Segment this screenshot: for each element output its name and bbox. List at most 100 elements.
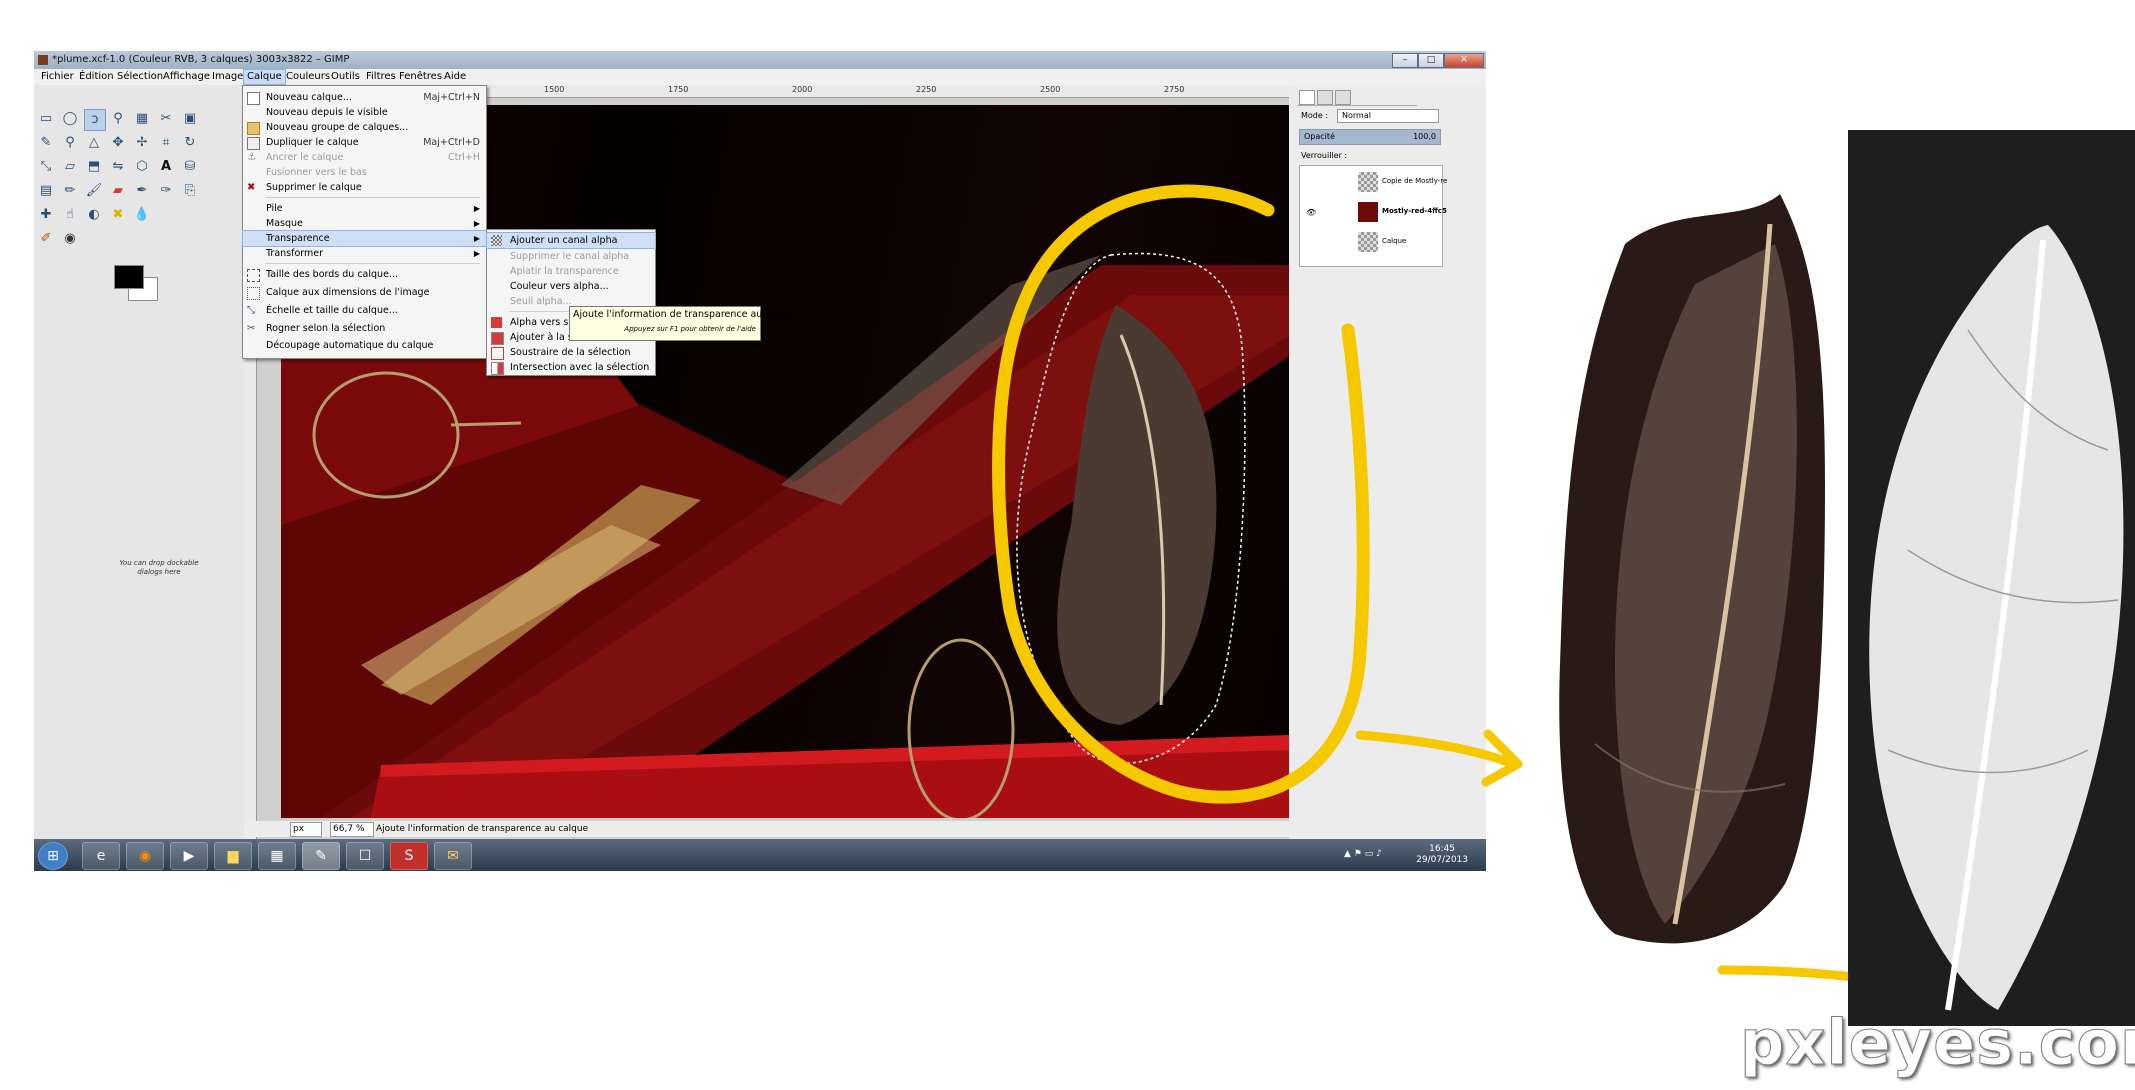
media-player-icon[interactable]: ▶: [170, 842, 208, 870]
zoom-select[interactable]: 66,7 %: [330, 822, 374, 837]
tray-icons[interactable]: ▲ ⚑ ▭ ♪: [1344, 849, 1382, 859]
menu-item-ancrer[interactable]: ⚓ Ancrer le calque Ctrl+H: [243, 150, 486, 165]
menu-item-masque[interactable]: Masque ▶: [243, 216, 486, 231]
scissors-icon[interactable]: ✂: [156, 109, 176, 129]
app-task-icon[interactable]: ☐: [346, 842, 384, 870]
pencil-icon[interactable]: ✏: [60, 181, 80, 201]
measure-icon[interactable]: △: [84, 133, 104, 153]
menu-item-ajouter-canal-alpha[interactable]: Ajouter un canal alpha: [486, 232, 656, 249]
foreground-color-swatch[interactable]: [114, 265, 144, 289]
rect-select-icon[interactable]: ▭: [36, 109, 56, 129]
mode-select[interactable]: Normal: [1337, 109, 1439, 123]
menu-filtres[interactable]: Filtres: [363, 69, 399, 85]
menu-fenetres[interactable]: Fenêtres: [396, 69, 445, 85]
eraser-icon[interactable]: ▰: [108, 181, 128, 201]
rotate-icon[interactable]: ↻: [180, 133, 200, 153]
ellipse-select-icon[interactable]: ◯: [60, 109, 80, 129]
smudge-icon[interactable]: ☝: [60, 205, 80, 225]
layer-row[interactable]: Calque: [1300, 228, 1442, 256]
paths-icon[interactable]: ✎: [36, 133, 56, 153]
clock[interactable]: 16:45 29/07/2013: [1416, 844, 1468, 866]
menu-item-soustraire-selection[interactable]: Soustraire de la sélection: [487, 345, 655, 360]
clone-icon[interactable]: ⎘: [180, 181, 200, 201]
layer-thumbnail: [1358, 172, 1378, 192]
menu-item-pile[interactable]: Pile ▶: [243, 201, 486, 216]
layer-row[interactable]: Copie de Mostly-re: [1300, 168, 1447, 196]
menu-item-rogner[interactable]: ✂ Rogner selon la sélection: [243, 321, 486, 336]
menu-aide[interactable]: Aide: [441, 69, 469, 85]
gimp-task-icon[interactable]: ✎: [302, 842, 340, 870]
explorer-icon[interactable]: ▆: [214, 842, 252, 870]
scale-icon[interactable]: ⤡: [36, 157, 56, 177]
calculator-icon[interactable]: ▦: [258, 842, 296, 870]
crop-icon[interactable]: ⌗: [156, 133, 176, 153]
menu-item-nouveau-calque[interactable]: Nouveau calque... Maj+Ctrl+N: [243, 90, 486, 105]
maximize-button[interactable]: □: [1418, 53, 1444, 68]
ink-icon[interactable]: ✑: [156, 181, 176, 201]
layers-list: Copie de Mostly-re 👁 Mostly-red-4ffc5 Ca…: [1299, 165, 1447, 267]
dodge-burn-icon[interactable]: ◐: [84, 205, 104, 225]
menu-item-nouveau-groupe[interactable]: Nouveau groupe de calques...: [243, 120, 486, 135]
paintbrush-icon[interactable]: 🖌: [84, 181, 104, 201]
folder-task-icon[interactable]: ✉: [434, 842, 472, 870]
heal-icon[interactable]: ✚: [36, 205, 56, 225]
ie-icon[interactable]: e: [82, 842, 120, 870]
menu-fichier[interactable]: Fichier: [38, 69, 77, 85]
fuzzy-select-icon[interactable]: ⚲: [108, 109, 128, 129]
text-icon[interactable]: A: [156, 157, 176, 177]
move-icon[interactable]: ✥: [108, 133, 128, 153]
menu-edition[interactable]: Édition: [76, 69, 117, 85]
menu-item-dimensions-image[interactable]: Calque aux dimensions de l'image: [243, 285, 486, 300]
menu-item-taille-bords[interactable]: Taille des bords du calque...: [243, 267, 486, 282]
menu-item-transformer[interactable]: Transformer ▶: [243, 246, 486, 261]
menu-item-fusionner[interactable]: Fusionner vers le bas: [243, 165, 486, 180]
subtract-selection-icon: [491, 347, 504, 360]
menu-item-intersection-selection[interactable]: Intersection avec la sélection: [487, 360, 655, 375]
menu-item-supprimer[interactable]: ✖ Supprimer le calque: [243, 180, 486, 195]
tab-paths[interactable]: [1335, 90, 1351, 105]
menu-item-echelle[interactable]: ⤡ Échelle et taille du calque...: [243, 303, 486, 318]
zoom-icon[interactable]: ⚲: [60, 133, 80, 153]
align-icon[interactable]: ✢: [132, 133, 152, 153]
fit-image-icon: [247, 287, 260, 300]
menu-item-transparence[interactable]: Transparence ▶: [242, 230, 487, 247]
bucket-fill-icon[interactable]: ⛁: [180, 157, 200, 177]
tab-channels[interactable]: [1317, 90, 1333, 105]
airbrush-icon[interactable]: ✒: [132, 181, 152, 201]
color-select-icon[interactable]: ▦: [132, 109, 152, 129]
menu-item-decoupage-auto[interactable]: Découpage automatique du calque: [243, 338, 486, 353]
menu-item-aplatir-transparence[interactable]: Aplatir la transparence: [487, 264, 655, 279]
perspective-icon[interactable]: ⬒: [84, 157, 104, 177]
menu-affichage[interactable]: Affichage: [160, 69, 213, 85]
lasso-select-icon[interactable]: ↄ: [84, 109, 106, 131]
color-picker-icon[interactable]: ✐: [36, 229, 56, 249]
minimize-button[interactable]: –: [1392, 53, 1418, 68]
flip-icon[interactable]: ⇋: [108, 157, 128, 177]
sw-task-icon[interactable]: S: [390, 842, 428, 870]
heal-yellow-icon[interactable]: ✖: [108, 205, 128, 225]
menu-item-couleur-vers-alpha[interactable]: Couleur vers alpha...: [487, 279, 655, 294]
menu-selection[interactable]: Sélection: [114, 69, 166, 85]
toolbox: ▭ ◯ ↄ ⚲ ▦ ✂ ▣ ✎ ⚲ △ ✥ ✢ ⌗ ↻ ⤡ ▱ ⬒ ⇋ ⬡ A …: [34, 85, 244, 871]
start-button-icon[interactable]: ⊞: [38, 842, 68, 870]
menu-item-supprimer-canal-alpha[interactable]: Supprimer le canal alpha: [487, 249, 655, 264]
cage-icon[interactable]: ⬡: [132, 157, 152, 177]
shear-icon[interactable]: ▱: [60, 157, 80, 177]
menu-calque[interactable]: Calque: [243, 69, 286, 85]
close-button[interactable]: ✕: [1444, 53, 1484, 68]
tab-layers[interactable]: [1299, 90, 1315, 105]
menu-item-dupliquer[interactable]: Dupliquer le calque Maj+Ctrl+D: [243, 135, 486, 150]
menu-image[interactable]: Image: [209, 69, 246, 85]
sample-icon[interactable]: ◉: [60, 229, 80, 249]
blur-icon[interactable]: 💧: [132, 205, 152, 225]
firefox-icon[interactable]: ◉: [126, 842, 164, 870]
opacity-slider[interactable]: Opacité 100,0: [1299, 129, 1441, 145]
foreground-select-icon[interactable]: ▣: [180, 109, 200, 129]
blend-icon[interactable]: ▤: [36, 181, 56, 201]
menu-item-nouveau-depuis-visible[interactable]: Nouveau depuis le visible: [243, 105, 486, 120]
eye-icon[interactable]: 👁: [1306, 208, 1316, 217]
menu-couleurs[interactable]: Couleurs: [283, 69, 333, 85]
unit-select[interactable]: px: [290, 822, 322, 837]
layer-row[interactable]: 👁 Mostly-red-4ffc5: [1300, 198, 1447, 226]
menu-outils[interactable]: Outils: [328, 69, 363, 85]
